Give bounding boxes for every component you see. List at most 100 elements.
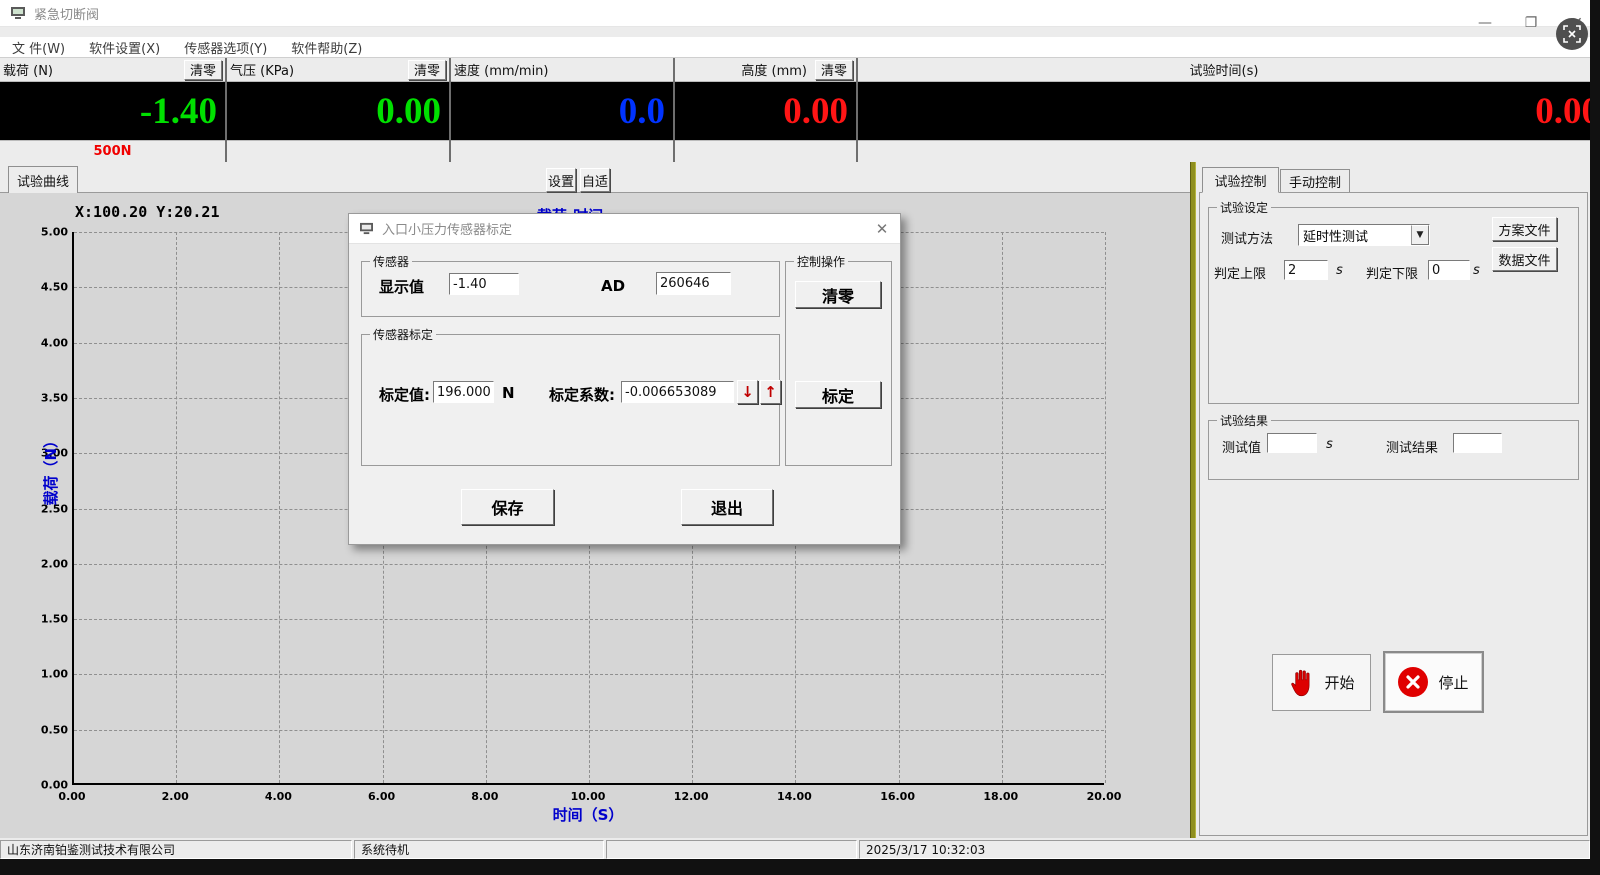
gauge-pressure-label: 气压 (KPa): [230, 60, 294, 79]
x-tick-label: 20.00: [1087, 790, 1122, 803]
test-method-label: 测试方法: [1221, 228, 1273, 247]
chart-autofit-button[interactable]: 自适: [580, 168, 610, 192]
status-company: 山东济南铂鉴测试技术有限公司: [0, 840, 352, 859]
restore-button[interactable]: ❐: [1516, 12, 1546, 34]
minimize-button[interactable]: —: [1470, 12, 1500, 34]
calib-unit-label: N: [502, 384, 515, 402]
test-settings-legend: 试验设定: [1217, 199, 1271, 216]
x-tick-label: 10.00: [571, 790, 606, 803]
gauge-test-time: 试验时间(s) 0.00: [858, 58, 1590, 162]
stop-button[interactable]: 停止: [1383, 651, 1484, 713]
gauge-load: 载荷 (N) 清零 -1.40 500N: [0, 58, 227, 162]
screenshot-overlay-icon[interactable]: [1556, 18, 1588, 50]
coef-decrease-button[interactable]: ↓: [737, 380, 758, 404]
x-tick-label: 12.00: [674, 790, 709, 803]
status-spare: [606, 840, 857, 859]
y-axis-ticks: 5.004.504.003.503.002.502.001.501.000.50…: [18, 232, 68, 785]
hand-icon: [1288, 668, 1314, 698]
gauge-pressure-zero-button[interactable]: 清零: [408, 60, 446, 80]
dialog-icon: [359, 222, 374, 235]
coef-input[interactable]: [621, 381, 734, 403]
chart-settings-button[interactable]: 设置: [546, 168, 576, 192]
x-tick-label: 16.00: [880, 790, 915, 803]
control-ops-legend: 控制操作: [794, 253, 848, 270]
coef-label: 标定系数:: [549, 384, 615, 405]
gauge-speed-value: 0.0: [451, 82, 673, 140]
y-tick-label: 4.00: [41, 336, 68, 349]
lower-limit-label: 判定下限: [1366, 263, 1418, 282]
exit-button[interactable]: 退出: [681, 489, 773, 525]
x-tick-label: 0.00: [58, 790, 85, 803]
gauge-test-time-header: 试验时间(s): [858, 58, 1590, 82]
gauge-height-value: 0.00: [675, 82, 856, 140]
chevron-down-icon[interactable]: ▼: [1411, 225, 1429, 245]
menu-file[interactable]: 文 件(W): [12, 38, 65, 57]
save-button[interactable]: 保存: [461, 489, 554, 525]
test-method-select[interactable]: 延时性测试 ▼: [1298, 224, 1430, 246]
tab-test-curve[interactable]: 试验曲线: [8, 166, 78, 193]
coef-increase-button[interactable]: ↑: [760, 380, 781, 404]
dialog-close-icon[interactable]: ✕: [870, 218, 894, 240]
display-value-input[interactable]: [449, 273, 519, 295]
upper-limit-unit: s: [1336, 263, 1343, 278]
gauge-row: 载荷 (N) 清零 -1.40 500N 气压 (KPa) 清零 0.00 速度…: [0, 58, 1590, 162]
y-tick-label: 1.00: [41, 668, 68, 681]
y-axis-label: 载荷（N）: [40, 433, 61, 506]
gauge-load-zero-button[interactable]: 清零: [184, 60, 222, 80]
dialog-calibrate-button[interactable]: 标定: [795, 381, 881, 408]
lower-limit-unit: s: [1473, 263, 1480, 278]
lower-limit-input[interactable]: [1428, 260, 1470, 280]
gauge-speed-foot: [451, 140, 673, 162]
stop-icon: [1398, 667, 1428, 697]
tab-test-control[interactable]: 试验控制: [1202, 167, 1279, 193]
gauge-load-header: 载荷 (N) 清零: [0, 58, 225, 82]
test-value-input[interactable]: [1267, 433, 1317, 453]
y-tick-label: 5.00: [41, 226, 68, 239]
gauge-pressure-header: 气压 (KPa) 清零: [227, 58, 449, 82]
test-result-label: 测试结果: [1386, 437, 1438, 456]
v-gridline: [1002, 232, 1003, 783]
display-value-label: 显示值: [379, 276, 424, 297]
ad-label: AD: [601, 277, 625, 295]
status-bar: 山东济南铂鉴测试技术有限公司 系统待机 2025/3/17 10:32:03: [0, 840, 1590, 859]
gauge-height-zero-button[interactable]: 清零: [815, 60, 853, 80]
dialog-zero-button[interactable]: 清零: [795, 281, 881, 308]
arrow-down-icon: ↓: [741, 383, 754, 401]
test-result-input[interactable]: [1453, 433, 1502, 453]
test-value-label: 测试值: [1222, 437, 1261, 456]
status-datetime: 2025/3/17 10:32:03: [859, 840, 1590, 859]
arrow-up-icon: ↑: [764, 383, 777, 401]
x-tick-label: 6.00: [368, 790, 395, 803]
sensor-group-legend: 传感器: [370, 253, 412, 270]
gauge-test-time-foot: [858, 140, 1590, 162]
tab-manual-control[interactable]: 手动控制: [1280, 169, 1350, 193]
gauge-speed-header: 速度 (mm/min): [451, 58, 673, 82]
app-icon: [10, 6, 26, 20]
gauge-speed: 速度 (mm/min) 0.0: [451, 58, 675, 162]
start-button-label: 开始: [1324, 672, 1354, 693]
menu-software-settings[interactable]: 软件设置(X): [89, 38, 160, 57]
gauge-pressure-value: 0.00: [227, 82, 449, 140]
dialog-title-bar[interactable]: 入口小压力传感器标定 ✕: [349, 214, 900, 244]
v-gridline: [279, 232, 280, 783]
x-axis-ticks: 0.002.004.006.008.0010.0012.0014.0016.00…: [72, 790, 1104, 804]
gauge-load-range: 500N: [0, 140, 225, 162]
data-file-button[interactable]: 数据文件: [1492, 247, 1557, 271]
test-result-legend: 试验结果: [1217, 412, 1271, 429]
gauge-test-time-label: 试验时间(s): [1190, 60, 1259, 79]
menu-sensor-options[interactable]: 传感器选项(Y): [184, 38, 267, 57]
gauge-load-label: 载荷 (N): [3, 60, 53, 79]
menu-help[interactable]: 软件帮助(Z): [291, 38, 362, 57]
x-tick-label: 14.00: [777, 790, 812, 803]
v-gridline: [1105, 232, 1106, 783]
dialog-title: 入口小压力传感器标定: [382, 219, 512, 238]
status-system-state: 系统待机: [354, 840, 604, 859]
start-button[interactable]: 开始: [1272, 654, 1371, 711]
ad-value-input[interactable]: [656, 272, 731, 295]
plan-file-button[interactable]: 方案文件: [1492, 217, 1557, 241]
title-bar: 紧急切断阀: [0, 0, 1590, 27]
upper-limit-input[interactable]: [1284, 260, 1328, 280]
y-tick-label: 3.50: [41, 391, 68, 404]
y-tick-label: 4.50: [41, 281, 68, 294]
calib-value-input[interactable]: [433, 381, 494, 403]
